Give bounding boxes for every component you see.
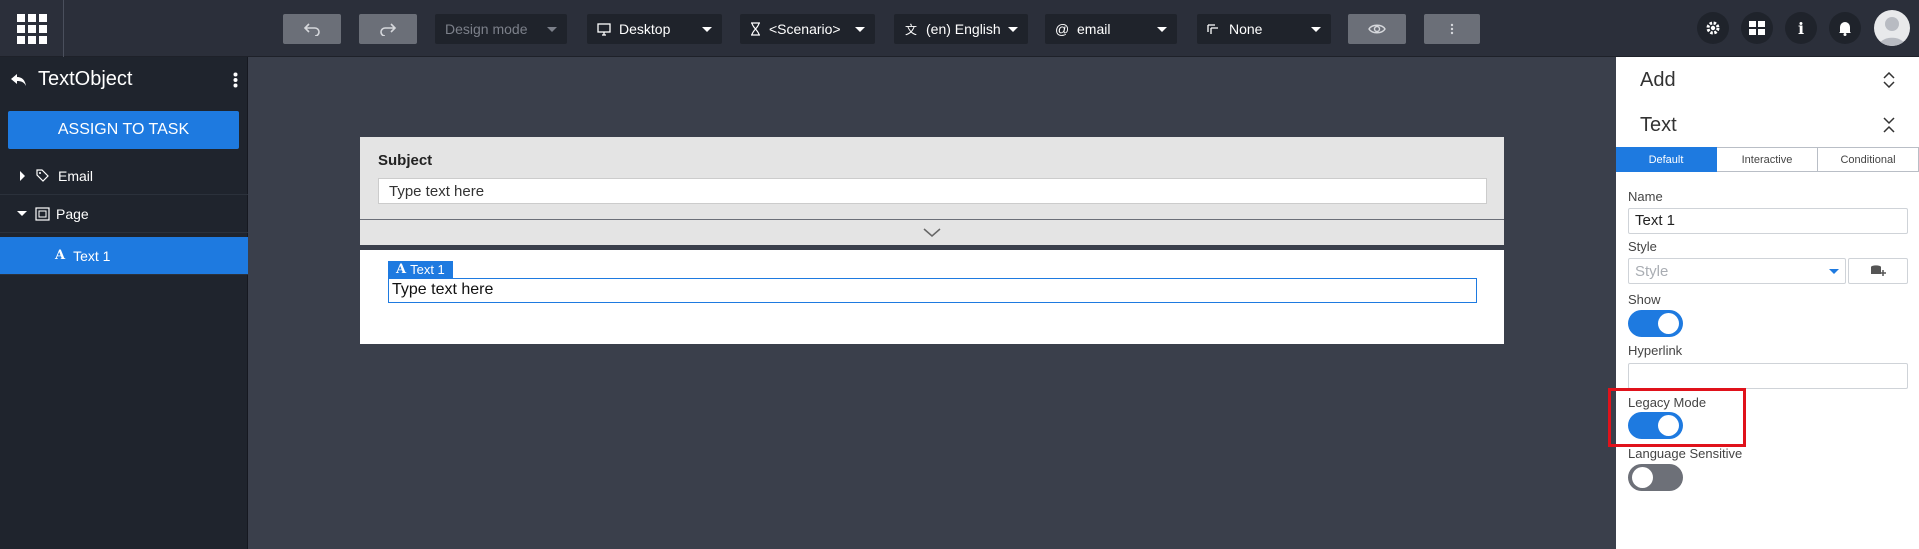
hourglass-icon [751,22,760,36]
text-section-header[interactable]: Text [1616,103,1919,147]
subject-input[interactable]: Type text here [378,178,1487,204]
page-icon [35,206,50,221]
tree-item-email[interactable]: Email [0,157,248,195]
undo-button[interactable] [283,14,341,44]
property-tabs: Default Interactive Conditional [1616,147,1919,172]
style-label: Style [1628,239,1657,254]
style-manager-button[interactable] [1848,258,1908,284]
filter-label: None [1229,21,1263,37]
top-toolbar: Design mode Desktop <Scenario> 文 (en) En… [0,0,1919,57]
redo-button[interactable] [359,14,417,44]
language-sensitive-label: Language Sensitive [1628,446,1743,461]
email-canvas: Subject Type text here A Text 1 Type tex… [360,137,1504,344]
design-mode-dropdown[interactable]: Design mode [435,14,567,44]
chevron-down-icon [1829,268,1839,274]
text-type-icon: A [55,248,66,263]
back-arrow-icon[interactable] [10,73,28,87]
tag-icon [36,169,49,182]
add-section-title: Add [1640,68,1676,91]
database-add-icon [1871,265,1886,276]
info-button[interactable]: i [1785,12,1817,44]
text-type-icon: A [396,262,407,277]
chevron-down-icon [1008,26,1018,32]
bell-icon [1839,22,1851,36]
info-icon: i [1797,18,1805,38]
chevron-down-icon [702,26,712,32]
text-1-tag-label: Text 1 [410,262,445,277]
preview-button[interactable] [1348,14,1406,44]
hyperlink-label: Hyperlink [1628,343,1683,358]
gear-icon [1706,21,1720,35]
subject-label: Subject [378,152,433,169]
chevron-down-icon [1311,26,1321,32]
assign-to-task-button[interactable]: ASSIGN TO TASK [8,111,239,149]
email-body: A Text 1 Type text here [360,250,1504,344]
chevron-down-icon [1157,26,1167,32]
kebab-menu-icon[interactable] [233,72,238,88]
collapse-icon [1883,117,1895,133]
text-section-title: Text [1640,113,1677,136]
at-sign-icon: @ [1055,21,1070,37]
tree-item-label: Text 1 [73,247,111,264]
tree-item-label: Page [56,205,89,222]
name-label: Name [1628,189,1663,204]
channel-label: email [1077,21,1111,37]
segment-icon [1207,24,1218,34]
show-label: Show [1628,292,1661,307]
design-mode-label: Design mode [445,21,528,37]
layout-icon [1749,21,1765,35]
chevron-down-icon [923,227,941,237]
language-label: (en) English [926,21,1000,37]
eye-icon [1368,24,1386,34]
channel-dropdown[interactable]: @ email [1045,14,1177,44]
collapse-bar[interactable] [360,219,1504,245]
chevron-down-icon [855,26,865,32]
add-section-header[interactable]: Add [1616,58,1919,102]
redo-icon [380,23,397,36]
text-1-field[interactable]: Type text here [388,278,1477,303]
scenario-dropdown[interactable]: <Scenario> [740,14,875,44]
scenario-label: <Scenario> [769,21,841,37]
notifications-button[interactable] [1829,12,1861,44]
avatar[interactable] [1874,10,1910,46]
style-placeholder: Style [1635,262,1669,280]
object-title: TextObject [38,68,133,90]
name-input[interactable]: Text 1 [1628,208,1908,234]
collapse-arrow-icon[interactable] [17,211,27,216]
tab-conditional[interactable]: Conditional [1818,147,1919,172]
layout-button[interactable] [1741,12,1773,44]
more-button[interactable] [1424,14,1480,44]
device-label: Desktop [619,21,671,37]
show-toggle[interactable] [1628,310,1683,337]
toggle-knob [1632,467,1653,488]
subject-section: Subject Type text here [360,137,1504,219]
toggle-knob [1658,313,1679,334]
apps-grid-icon[interactable] [0,0,64,57]
filter-dropdown[interactable]: None [1197,14,1331,44]
highlight-box [1608,388,1746,447]
monitor-icon [597,22,611,36]
tree-item-text-1[interactable]: A Text 1 [0,237,248,275]
more-vertical-icon [1450,23,1454,35]
tab-default[interactable]: Default [1616,147,1717,172]
device-dropdown[interactable]: Desktop [587,14,722,44]
text-1-tag[interactable]: A Text 1 [388,261,453,278]
language-sensitive-toggle[interactable] [1628,464,1683,491]
chevron-down-icon [547,26,557,32]
translate-icon: 文 [904,22,917,37]
object-header: TextObject [0,57,248,102]
properties-panel: Add Text Default Interactive Conditional… [1616,57,1919,549]
left-panel: TextObject ASSIGN TO TASK Email Page A T… [0,57,248,549]
user-icon [1879,17,1905,46]
settings-button[interactable] [1697,12,1729,44]
tree-item-page[interactable]: Page [0,195,248,233]
expand-arrow-icon[interactable] [20,170,25,181]
undo-icon [303,23,320,36]
language-dropdown[interactable]: 文 (en) English [894,14,1028,44]
tree-item-label: Email [58,167,94,184]
hyperlink-input[interactable] [1628,363,1908,389]
tab-interactive[interactable]: Interactive [1717,147,1818,172]
style-select[interactable]: Style [1628,258,1846,284]
expand-collapse-icon [1883,72,1895,88]
